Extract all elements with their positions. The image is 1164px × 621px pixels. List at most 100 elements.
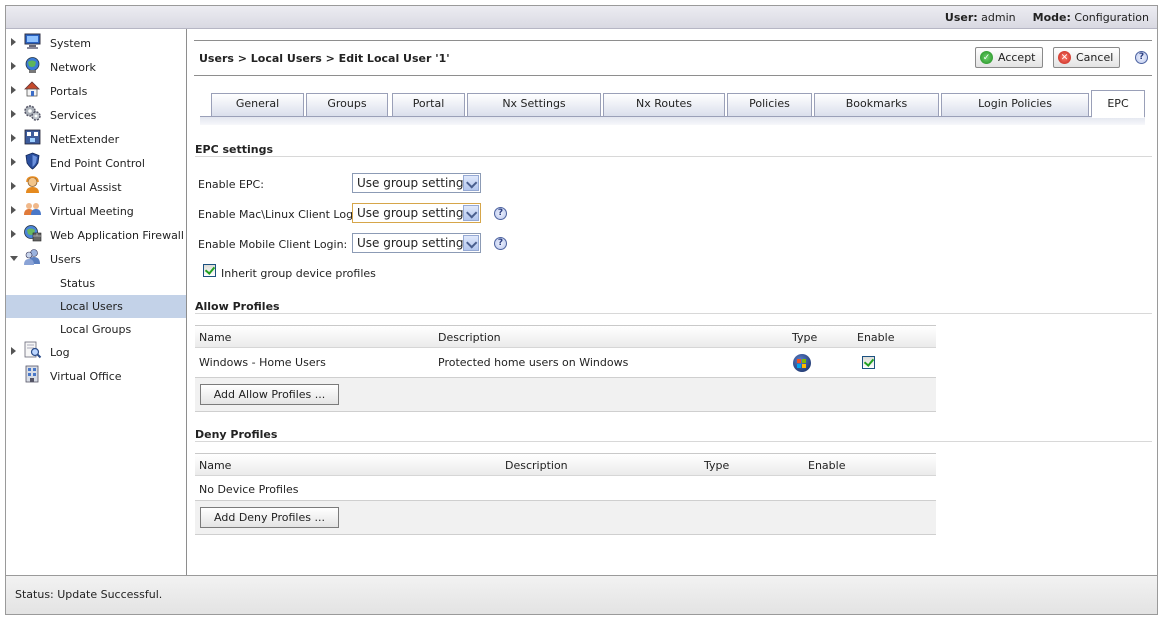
cancel-button[interactable]: ✕ Cancel (1053, 47, 1121, 68)
add-deny-profiles-button[interactable]: Add Deny Profiles ... (200, 507, 339, 528)
expand-arrow-icon[interactable] (11, 86, 16, 94)
help-icon[interactable]: ? (494, 237, 507, 250)
tab-epc[interactable]: EPC (1091, 90, 1145, 116)
profile-enable-checkbox[interactable] (862, 356, 875, 369)
column-header-description: Description (505, 459, 568, 472)
column-header-name: Name (199, 331, 232, 344)
sidebar-subitem-status[interactable]: Status (6, 272, 186, 295)
expand-arrow-icon[interactable] (11, 347, 16, 355)
column-header-description: Description (438, 331, 501, 344)
log-magnifier-icon (24, 341, 42, 359)
check-icon: ✓ (980, 51, 993, 64)
sidebar-item-label: Virtual Meeting (50, 205, 134, 218)
monitor-icon (24, 33, 41, 49)
sidebar-item-netextender[interactable]: NetExtender (6, 127, 186, 151)
tab-groups[interactable]: Groups (306, 93, 388, 116)
tab-nx-settings[interactable]: Nx Settings (467, 93, 601, 116)
chevron-down-icon[interactable] (463, 175, 479, 191)
enable-epc-select[interactable]: Use group setting (352, 173, 481, 193)
tab-general[interactable]: General (211, 93, 304, 116)
sidebar-subitem-local-users[interactable]: Local Users (6, 295, 186, 318)
meeting-people-icon (24, 203, 41, 215)
sidebar-item-log[interactable]: Log (6, 340, 186, 364)
inherit-profiles-checkbox[interactable] (203, 264, 216, 277)
users-icon (24, 249, 40, 265)
sidebar-item-services[interactable]: Services (6, 103, 186, 127)
sidebar-item-users[interactable]: Users (6, 247, 186, 271)
sidebar-item-virtual-office[interactable]: Virtual Office (6, 364, 186, 388)
cancel-button-label: Cancel (1076, 51, 1114, 64)
profile-name: Windows - Home Users (199, 356, 326, 369)
tab-bookmarks[interactable]: Bookmarks (814, 93, 939, 116)
user-label: User: (944, 11, 978, 24)
tab-nx-routes[interactable]: Nx Routes (603, 93, 725, 116)
section-divider (195, 156, 1152, 157)
main-content: Users > Local Users > Edit Local User '1… (188, 29, 1158, 575)
sidebar-item-label: Services (50, 109, 97, 122)
mac-linux-login-label: Enable Mac\Linux Client Login: (198, 208, 367, 221)
sidebar-item-virtual-assist[interactable]: Virtual Assist (6, 175, 186, 199)
sidebar-item-label: Virtual Office (50, 370, 122, 383)
app-window: User: admin Mode: Configuration System N… (5, 5, 1158, 615)
allow-profiles-table: Name Description Type Enable Windows - H… (195, 325, 936, 412)
assist-person-icon (26, 176, 39, 193)
sidebar-item-virtual-meeting[interactable]: Virtual Meeting (6, 199, 186, 223)
tab-policies[interactable]: Policies (727, 93, 812, 116)
cancel-x-icon: ✕ (1058, 51, 1071, 64)
column-header-name: Name (199, 459, 232, 472)
epc-settings-title: EPC settings (195, 143, 274, 156)
page-header: Users > Local Users > Edit Local User '1… (194, 40, 1152, 76)
column-header-type: Type (792, 331, 818, 344)
sidebar-subitem-label: Local Groups (60, 323, 132, 336)
sidebar-item-web-application-firewall[interactable]: Web Application Firewall (6, 223, 186, 247)
expand-arrow-icon[interactable] (11, 158, 16, 166)
shield-icon (25, 152, 40, 170)
sidebar-item-portals[interactable]: Portals (6, 79, 186, 103)
virtual-office-icon (25, 365, 39, 383)
sidebar-item-end-point-control[interactable]: End Point Control (6, 151, 186, 175)
mobile-login-value: Use group setting (357, 236, 464, 250)
tab-login-policies[interactable]: Login Policies (941, 93, 1089, 116)
mode-label: Mode: (1032, 11, 1071, 24)
mobile-login-label: Enable Mobile Client Login: (198, 238, 348, 251)
status-bar: Status: Update Successful. (6, 575, 1157, 614)
sidebar-item-label: Virtual Assist (50, 181, 122, 194)
sidebar-item-network[interactable]: Network (6, 55, 186, 79)
chevron-down-icon[interactable] (463, 235, 479, 251)
tab-bar: General Groups Portal Nx Settings Nx Rou… (200, 90, 1158, 127)
help-icon[interactable]: ? (494, 207, 507, 220)
expand-arrow-icon[interactable] (11, 230, 16, 238)
table-row: No Device Profiles (195, 476, 936, 500)
deny-profiles-title: Deny Profiles (195, 428, 278, 441)
deny-profiles-table: Name Description Type Enable No Device P… (195, 453, 936, 535)
table-footer: Add Deny Profiles ... (195, 500, 936, 535)
chevron-down-icon[interactable] (463, 205, 479, 221)
table-header: Name Description Type Enable (195, 326, 936, 348)
inherit-profiles-label: Inherit group device profiles (221, 267, 376, 280)
sidebar-item-label: Log (50, 346, 70, 359)
sidebar-item-label: Web Application Firewall (50, 229, 184, 242)
help-icon[interactable]: ? (1135, 51, 1148, 64)
profile-description: Protected home users on Windows (438, 356, 629, 369)
tab-portal[interactable]: Portal (392, 93, 465, 116)
add-allow-profiles-button[interactable]: Add Allow Profiles ... (200, 384, 339, 405)
collapse-arrow-icon[interactable] (10, 256, 18, 261)
column-header-type: Type (704, 459, 730, 472)
sidebar-subitem-label: Status (60, 277, 96, 290)
table-row: Windows - Home Users Protected home user… (195, 348, 936, 376)
mac-linux-login-select[interactable]: Use group setting (352, 203, 481, 223)
enable-epc-value: Use group setting (357, 176, 464, 190)
sidebar-subitem-local-groups[interactable]: Local Groups (6, 318, 186, 341)
expand-arrow-icon[interactable] (11, 134, 16, 142)
expand-arrow-icon[interactable] (11, 62, 16, 70)
column-header-enable: Enable (808, 459, 846, 472)
mobile-login-select[interactable]: Use group setting (352, 233, 481, 253)
gears-icon (24, 105, 41, 121)
accept-button[interactable]: ✓ Accept (975, 47, 1043, 68)
expand-arrow-icon[interactable] (11, 38, 16, 46)
expand-arrow-icon[interactable] (11, 110, 16, 118)
expand-arrow-icon[interactable] (11, 206, 16, 214)
sidebar-item-label: NetExtender (50, 133, 120, 146)
expand-arrow-icon[interactable] (11, 182, 16, 190)
sidebar-item-system[interactable]: System (6, 31, 186, 55)
